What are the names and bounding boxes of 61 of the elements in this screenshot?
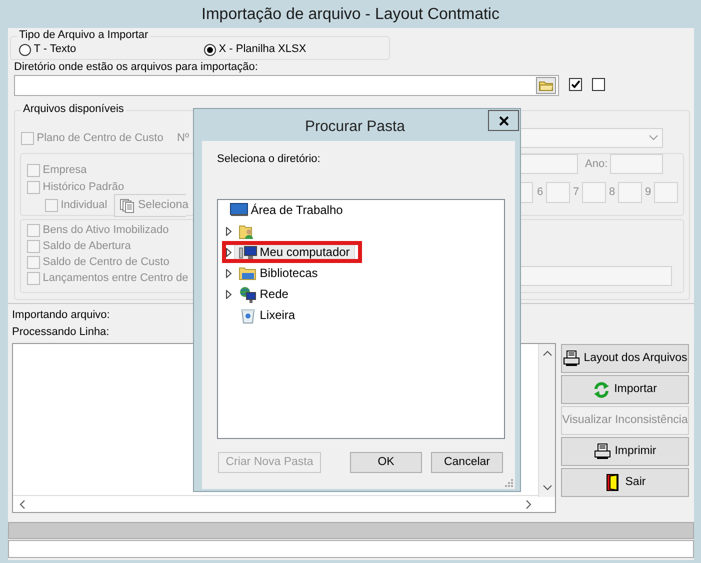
- printer-icon: [562, 350, 580, 367]
- folder-icon: [539, 80, 553, 91]
- recycle-bin-icon: [239, 307, 257, 324]
- checkbox[interactable]: [569, 78, 582, 91]
- horizontal-scrollbar[interactable]: [13, 495, 538, 512]
- checkbox[interactable]: [592, 78, 605, 91]
- checkbox-label: Plano de Centro de Custo: [36, 132, 164, 146]
- refresh-icon: [593, 381, 610, 398]
- window-title: Importação de arquivo - Layout Contmatic: [200, 5, 500, 25]
- checkbox-label: Saldo de Centro de Custo: [42, 256, 170, 270]
- radio-label: X - Planilha XLSX: [218, 43, 306, 56]
- checkbox-label: Bens do Ativo Imobilizado: [42, 224, 169, 238]
- close-icon: [498, 116, 508, 126]
- status-label: Processando Linha:: [12, 326, 110, 340]
- action-button[interactable]: Imprimir: [561, 437, 689, 466]
- door-icon: [604, 474, 622, 491]
- chevron-left-icon: [19, 500, 25, 508]
- radio-button[interactable]: [19, 44, 31, 56]
- field-label: Ano:: [585, 158, 608, 172]
- action-button[interactable]: Sair: [561, 468, 689, 497]
- dialog-button[interactable]: Cancelar: [431, 452, 503, 473]
- field-label: 6: [537, 186, 544, 200]
- action-button[interactable]: Importar: [561, 375, 689, 404]
- chevron-down-icon: [649, 135, 658, 141]
- radio-button[interactable]: [204, 44, 216, 56]
- resize-grip-icon: [505, 479, 513, 487]
- chevron-right-icon: [526, 500, 532, 508]
- tree-item[interactable]: Bibliotecas: [234, 264, 323, 283]
- vertical-scrollbar[interactable]: [538, 344, 555, 497]
- group-label: Arquivos disponíveis: [21, 103, 126, 116]
- field-label: Diretório onde estão os arquivos para importação:: [14, 61, 258, 74]
- checkbox-label: Saldo de Abertura: [42, 240, 131, 254]
- chevron-up-icon: [542, 350, 552, 356]
- chevron-down-icon: [542, 485, 552, 491]
- checkbox-label: Histórico Padrão: [42, 181, 124, 194]
- folder-button[interactable]: [536, 77, 556, 94]
- status-label: Importando arquivo:: [12, 309, 110, 322]
- field-label: 9: [645, 186, 652, 200]
- library-folder-icon: [239, 265, 257, 282]
- field-label: 7: [573, 186, 580, 200]
- action-button[interactable]: Layout dos Arquivos: [561, 344, 689, 373]
- desktop-icon: [230, 202, 248, 219]
- tree-item[interactable]: Rede: [234, 285, 294, 304]
- tree-item[interactable]: Área de Trabalho: [225, 201, 348, 220]
- printer-icon: [594, 443, 611, 460]
- tree-item[interactable]: Lixeira: [234, 306, 300, 325]
- dialog-button[interactable]: OK: [350, 452, 422, 473]
- field-label: Nº: [177, 132, 189, 146]
- group-label: Tipo de Arquivo a Importar: [17, 29, 150, 42]
- checkbox-label: Individual: [60, 199, 108, 212]
- dialog-title: Procurar Pasta: [304, 118, 406, 136]
- dialog-prompt: Seleciona o diretório:: [217, 153, 320, 166]
- checkbox-label: Empresa: [42, 164, 87, 178]
- directory-field[interactable]: [14, 75, 559, 96]
- radio-label: T - Texto: [34, 43, 76, 56]
- close-button[interactable]: [488, 110, 519, 131]
- checkbox-label: Lançamentos entre Centro de: [42, 272, 188, 286]
- field-label: 8: [609, 186, 616, 200]
- documents-icon: [120, 198, 134, 212]
- network-icon: [239, 286, 257, 303]
- computer-icon: [239, 244, 257, 261]
